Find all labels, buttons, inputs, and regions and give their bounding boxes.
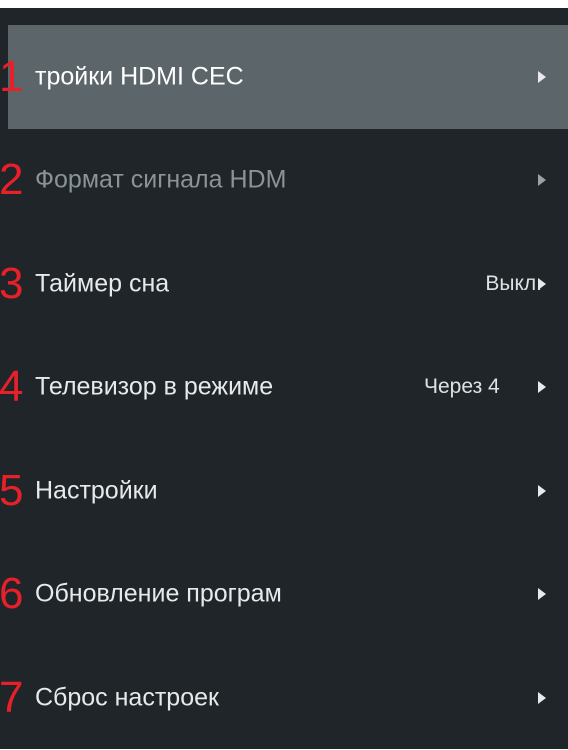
label-fade (333, 577, 373, 612)
menu-item-hdmi-signal-format[interactable]: 2 Формат сигнала HDM (0, 129, 568, 233)
chevron-right-icon (538, 691, 546, 704)
menu-item-label: тройки HDMI CEC (35, 62, 244, 91)
menu-item-tv-standby-mode[interactable]: 4 Телевизор в режиме Через 4 (0, 336, 568, 440)
annotation-number: 3 (0, 258, 24, 308)
chevron-right-icon (538, 70, 546, 83)
menu-item-label: Таймер сна (35, 269, 170, 298)
annotation-number: 4 (0, 362, 24, 412)
menu-item-label: Сброс настроек (35, 683, 219, 712)
menu-item-sleep-timer[interactable]: 3 Таймер сна Выкл. (0, 232, 568, 336)
annotation-number: 1 (0, 51, 24, 101)
tv-settings-screen: 1 тройки HDMI CEC 2 Формат сигнала HDM 3… (0, 8, 568, 749)
menu-item-settings[interactable]: 5 Настройки (0, 439, 568, 543)
chevron-right-icon (538, 277, 546, 290)
menu-item-label: Телевизор в режиме (35, 372, 274, 401)
menu-item-value: Через 4 (424, 375, 500, 399)
menu-item-label: Обновление програм (35, 579, 282, 608)
settings-menu: 1 тройки HDMI CEC 2 Формат сигнала HDM 3… (0, 25, 568, 750)
label-fade (333, 370, 373, 405)
annotation-number: 5 (0, 465, 24, 515)
chevron-right-icon (538, 588, 546, 601)
menu-item-reset-settings[interactable]: 7 Сброс настроек (0, 646, 568, 750)
chevron-right-icon (538, 174, 546, 187)
menu-item-software-update[interactable]: 6 Обновление програм (0, 543, 568, 647)
menu-item-hdmi-cec-settings[interactable]: 1 тройки HDMI CEC (0, 25, 568, 129)
annotation-number: 6 (0, 569, 24, 619)
annotation-number: 7 (0, 672, 24, 722)
menu-item-value: Выкл. (485, 271, 542, 295)
chevron-right-icon (538, 484, 546, 497)
menu-item-label: Настройки (35, 476, 158, 505)
chevron-right-icon (538, 381, 546, 394)
menu-item-label: Формат сигнала HDM (35, 165, 287, 194)
annotation-number: 2 (0, 155, 24, 205)
